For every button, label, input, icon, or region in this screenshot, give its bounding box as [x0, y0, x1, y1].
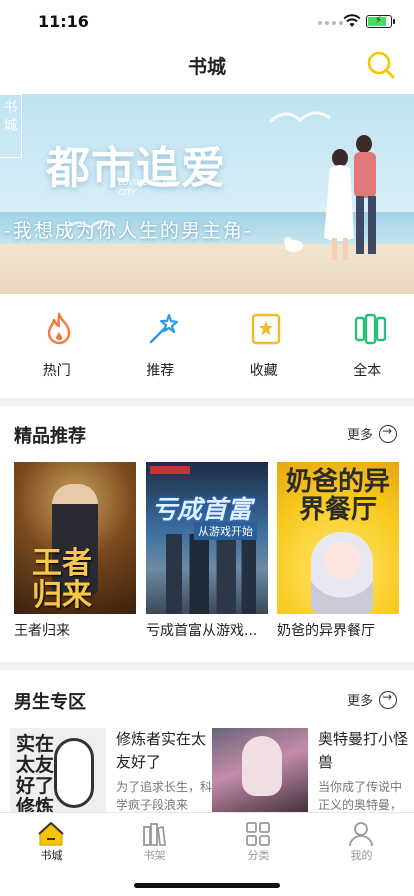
book-title: 奶爸的异界餐厅: [277, 623, 375, 639]
tab-profile[interactable]: 我的: [310, 813, 413, 863]
more-label: 更多: [347, 428, 374, 443]
divider: [0, 662, 414, 670]
book-cover: 奶爸的异界餐厅: [277, 462, 399, 614]
quick-item-label: 推荐: [146, 363, 175, 379]
seagull-icon: [268, 111, 331, 124]
banner-corner-label: 书城: [0, 94, 22, 158]
quick-menu: 热门 推荐 收藏 全本: [0, 294, 414, 398]
quick-item-recommend[interactable]: 推荐: [114, 294, 208, 398]
promo-banner[interactable]: 书城 都市追爱 LOVING IN THE CITY -我想成为你人生的男主角-: [0, 94, 414, 294]
book-title: 修炼者实在太友好了: [116, 730, 207, 771]
book-title: 王者归来: [14, 623, 70, 639]
bookshelf-icon: [143, 823, 166, 846]
cover-subtitle: 从游戏开始: [194, 522, 257, 540]
book-description: 为了追求长生，科学疯子段浪来: [116, 780, 212, 812]
status-time: 11:16: [38, 12, 89, 31]
book-cover: 实在太友好了 修炼者: [10, 728, 106, 814]
book-cover: 亏成首富 从游戏开始: [146, 462, 268, 614]
home-icon: [38, 822, 64, 846]
book-cover: 王者归来: [14, 462, 136, 614]
quick-item-label: 热门: [42, 363, 71, 379]
page-title: 书城: [187, 56, 226, 78]
book-card[interactable]: 亏成首富 从游戏开始 亏成首富从游戏...: [146, 462, 268, 640]
cover-title: 王者归来: [32, 546, 92, 613]
book-title: 亏成首富从游戏...: [146, 623, 258, 639]
book-cover: [212, 728, 308, 814]
cover-title: 亏成首富: [152, 495, 253, 524]
book-title: 奥特曼打小怪兽: [318, 730, 409, 771]
tab-category[interactable]: 分类: [207, 813, 310, 863]
section-title-featured: 精品推荐: [14, 426, 86, 447]
featured-more-button[interactable]: 更多: [347, 424, 398, 443]
tab-label: 我的: [350, 849, 373, 862]
book-card[interactable]: 王者归来 王者归来: [14, 462, 136, 640]
arrow-right-icon: [379, 424, 398, 443]
cover-title: 实在太友好了 修炼者: [16, 733, 55, 815]
tab-label: 书城: [40, 849, 63, 862]
flame-icon: [47, 312, 71, 345]
search-icon[interactable]: [364, 48, 398, 82]
book-stack-icon: [354, 313, 386, 345]
battery-icon: ⚡: [366, 15, 395, 28]
couple-illustration: [324, 135, 376, 260]
tab-label: 书架: [143, 849, 166, 862]
book-card[interactable]: 奶爸的异界餐厅 奶爸的异界餐厅: [277, 462, 399, 640]
section-title-male: 男生专区: [14, 692, 86, 713]
book-description: 当你成了传说中正义的奥特曼，: [318, 780, 403, 812]
male-more-button[interactable]: 更多: [347, 690, 398, 709]
quick-item-label: 全本: [353, 363, 382, 379]
quick-item-hot[interactable]: 热门: [10, 294, 104, 398]
cellular-signal-icon: [318, 21, 343, 25]
home-indicator[interactable]: [134, 883, 280, 888]
nav-bar: 书城: [0, 44, 414, 94]
more-label: 更多: [347, 694, 374, 709]
dog-icon: [284, 237, 303, 252]
arrow-right-icon: [379, 690, 398, 709]
divider: [0, 398, 414, 406]
quick-item-complete[interactable]: 全本: [321, 294, 414, 398]
wifi-icon: [343, 14, 361, 27]
cover-title: 奶爸的异界餐厅: [285, 467, 390, 525]
tab-label: 分类: [247, 849, 270, 862]
quick-item-favorites[interactable]: 收藏: [217, 294, 311, 398]
grid-icon: [246, 822, 270, 846]
quick-item-label: 收藏: [249, 363, 278, 379]
tab-bookshelf[interactable]: 书架: [103, 813, 206, 863]
tab-bookstore[interactable]: 书城: [0, 813, 103, 863]
banner-subtitle: LOVING IN THE CITY: [118, 178, 178, 197]
user-icon: [349, 822, 373, 847]
status-bar: 11:16 ⚡: [0, 0, 414, 44]
magic-wand-icon: [149, 313, 178, 344]
star-icon: [251, 313, 281, 345]
